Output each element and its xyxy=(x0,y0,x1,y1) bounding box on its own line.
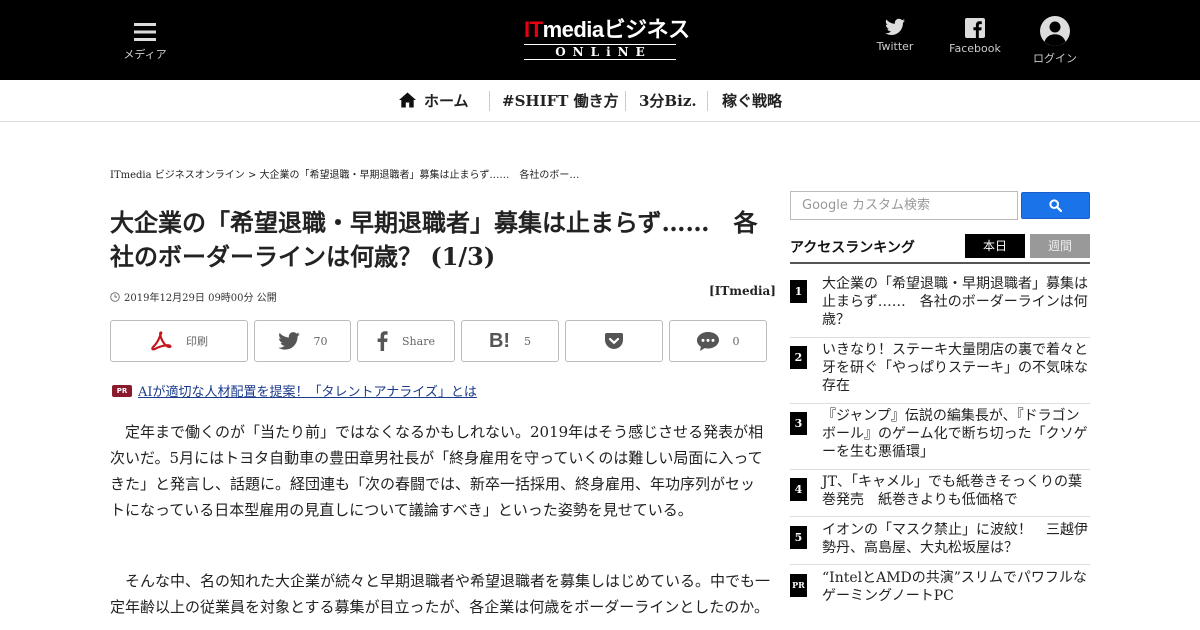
hamburger-menu-icon xyxy=(134,23,156,41)
article-paragraph: 定年まで働くのが「当たり前」ではなくなるかもしれない。2019年はそう感じさせる… xyxy=(110,423,764,519)
ranking-number: 5 xyxy=(790,526,807,549)
pr-promo: PR AIが適切な人材配置を提案！「タレントアナライズ」とは xyxy=(112,381,477,400)
nav-divider xyxy=(625,91,626,111)
ranking-number: 1 xyxy=(790,280,807,303)
hatena-bookmark-icon: B! xyxy=(488,330,511,352)
search-input[interactable]: Google カスタム検索 xyxy=(790,191,1018,220)
share-facebook-button[interactable]: Share xyxy=(357,320,455,362)
media-menu-button[interactable]: メディア xyxy=(122,22,168,62)
nav-home-label: ホーム xyxy=(424,92,469,110)
twitter-label: Twitter xyxy=(876,40,914,53)
facebook-share-label: Share xyxy=(402,334,435,348)
breadcrumb-root-link[interactable]: ITmedia ビジネスオンライン xyxy=(110,170,245,181)
ranking-divider xyxy=(790,262,1090,264)
ranking-separator xyxy=(790,469,1090,470)
facebook-icon xyxy=(965,18,985,38)
site-logo[interactable]: ITmediaビジネス ONLiNE xyxy=(524,17,690,62)
comment-button[interactable]: 0 xyxy=(669,320,767,362)
ranking-pr-badge: PR xyxy=(790,574,807,597)
ranking-item-title: イオンの「マスク禁止」に波紋！ 三越伊勢丹、高島屋、大丸松坂屋は？ xyxy=(822,522,1088,556)
pdf-print-icon xyxy=(151,331,172,351)
ranking-separator xyxy=(790,564,1090,565)
facebook-label: Facebook xyxy=(949,42,1001,55)
comment-count: 0 xyxy=(732,334,740,348)
breadcrumb-current: 大企業の「希望退職・早期退職者」募集は止まらず…… 各社のボー… xyxy=(259,170,580,181)
home-icon xyxy=(399,92,416,108)
ranking-title: アクセスランキング xyxy=(790,240,915,256)
comment-bubble-icon xyxy=(696,331,719,351)
category-nav: ホーム #SHIFT 働き方 3分Biz. 稼ぐ戦略 xyxy=(0,80,1200,122)
pocket-icon xyxy=(605,333,623,349)
nav-divider xyxy=(489,91,490,111)
ranking-number: 4 xyxy=(790,478,807,501)
article-title: 大企業の「希望退職・早期退職者」募集は止まらず…… 各社のボーダーラインは何歳？… xyxy=(110,208,758,271)
ranking-number: 2 xyxy=(790,346,807,369)
nav-3minbiz[interactable]: 3分Biz. xyxy=(639,90,697,112)
ranking-number: 3 xyxy=(790,412,807,435)
nav-divider xyxy=(707,91,708,111)
ranking-item-title: 大企業の「希望退職・早期退職者」募集は止まらず…… 各社のボーダーラインは何歳？ xyxy=(822,276,1088,328)
ranking-item-title: いきなり！ステーキ大量閉店の裏で着々と牙を研ぐ「やっぱりステーキ」の不気味な存在 xyxy=(822,342,1088,394)
nav-shift[interactable]: #SHIFT 働き方 xyxy=(502,90,619,112)
twitter-bird-icon xyxy=(277,332,300,350)
ranking-item-title: JT、「キャメル」でも紙巻きそっくりの葉巻発売 紙巻きよりも低価格で xyxy=(822,474,1082,508)
ranking-item-title: “IntelとAMDの共演”スリムでパワフルなゲーミングノートPC xyxy=(822,570,1087,604)
nav-kasegu[interactable]: 稼ぐ戦略 xyxy=(722,90,782,112)
search-icon xyxy=(1049,199,1062,212)
hatena-bookmark-count: 5 xyxy=(524,334,532,348)
ranking-header: アクセスランキング 本日 週間 xyxy=(790,234,1090,260)
logo-wordmark: ITmediaビジネス xyxy=(524,17,690,42)
twitter-bird-icon xyxy=(885,18,905,35)
facebook-f-icon xyxy=(377,331,388,351)
clock-icon xyxy=(110,291,120,302)
facebook-follow-button[interactable]: Facebook xyxy=(946,18,1004,55)
publish-date-text: 2019年12月29日 09時00分 公開 xyxy=(124,293,277,304)
login-label: ログイン xyxy=(1033,52,1077,65)
ranking-tab-week[interactable]: 週間 xyxy=(1030,234,1090,258)
share-hatena-button[interactable]: B! 5 xyxy=(461,320,559,362)
login-button[interactable]: ログイン xyxy=(1030,16,1080,66)
site-header: メディア ITmediaビジネス ONLiNE Twitter Facebook… xyxy=(0,0,1200,80)
publish-date: 2019年12月29日 09時00分 公開 xyxy=(110,289,277,304)
pr-badge: PR xyxy=(112,384,132,397)
media-menu-label: メディア xyxy=(123,48,167,61)
print-button[interactable]: 印刷 xyxy=(110,320,248,362)
twitter-share-count: 70 xyxy=(313,334,328,348)
print-label: 印刷 xyxy=(186,335,208,348)
ranking-tab-today[interactable]: 本日 xyxy=(965,234,1025,258)
article-source: [ITmedia] xyxy=(709,284,776,298)
share-twitter-button[interactable]: 70 xyxy=(254,320,351,362)
user-avatar-icon xyxy=(1040,16,1070,46)
ranking-separator xyxy=(790,516,1090,517)
ranking-separator xyxy=(790,403,1090,404)
article-paragraph: そんな中、名の知れた大企業が続々と早期退職者や希望退職者を募集しはじめている。中… xyxy=(110,572,771,616)
nav-home[interactable]: ホーム xyxy=(399,90,469,112)
twitter-follow-button[interactable]: Twitter xyxy=(874,18,916,53)
pr-link[interactable]: AIが適切な人材配置を提案！「タレントアナライズ」とは xyxy=(138,381,477,400)
breadcrumb-separator: > xyxy=(247,170,257,181)
share-pocket-button[interactable] xyxy=(565,320,663,362)
ranking-item-title: 『ジャンプ』伝説の編集長が、『ドラゴンボール』のゲーム化で断ち切った「クソゲーを… xyxy=(822,408,1088,460)
logo-tagline: ONLiNE xyxy=(524,44,676,60)
ranking-separator xyxy=(790,337,1090,338)
breadcrumb: ITmedia ビジネスオンライン > 大企業の「希望退職・早期退職者」募集は止… xyxy=(110,166,579,181)
search-button[interactable] xyxy=(1021,192,1090,219)
